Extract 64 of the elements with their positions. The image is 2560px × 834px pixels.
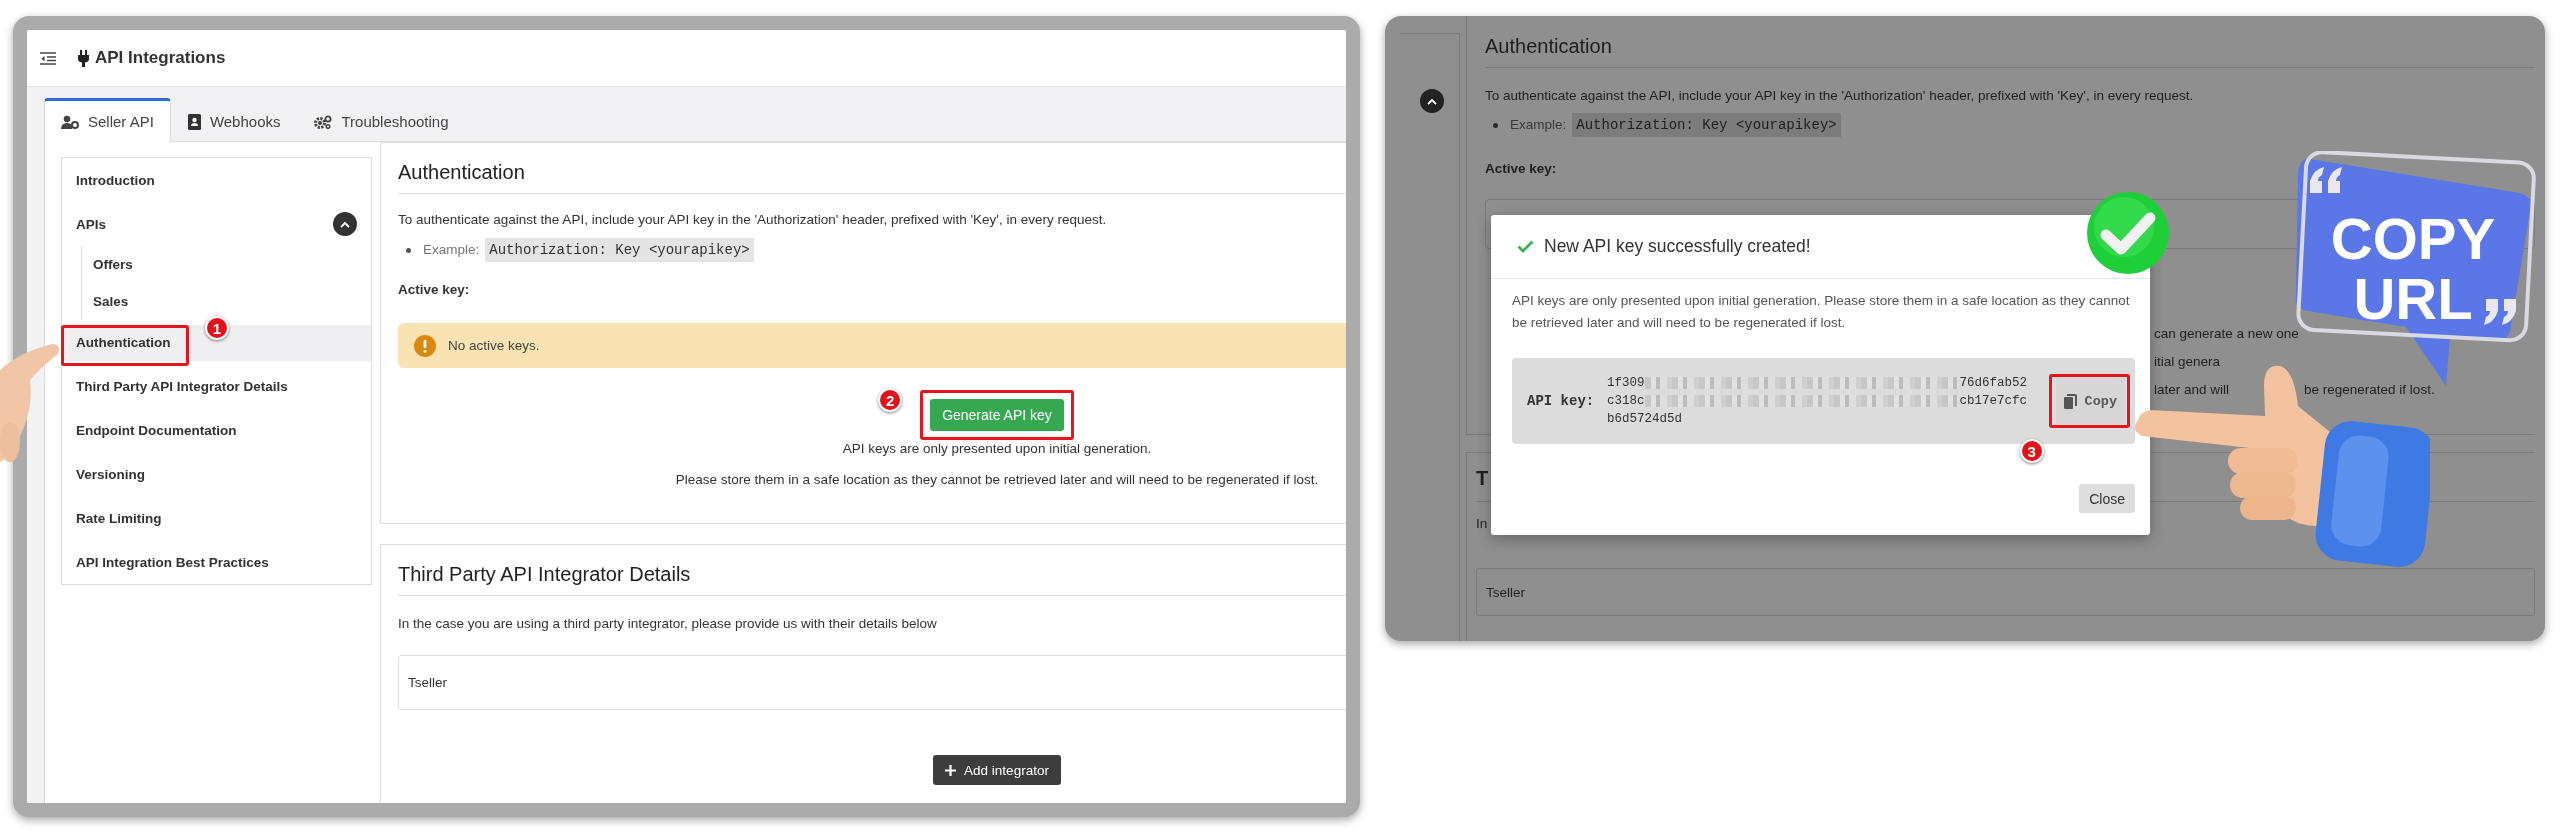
gears-icon (314, 114, 333, 129)
example-label: Example: (1510, 116, 1567, 134)
user-gear-icon (61, 114, 79, 129)
api-key-text: 76d6fab52 (1959, 375, 2028, 392)
step-number-badge: 1 (205, 316, 229, 340)
example-label: Example: (423, 241, 480, 259)
close-button[interactable]: Close (2079, 484, 2135, 513)
description-text: To authenticate against the API, include your API key in the 'Authorization' header, prefixed with 'Key', in every request. (1485, 87, 2195, 105)
tab[interactable]: Troubleshooting (297, 98, 466, 142)
nav-item[interactable]: APIs (62, 202, 371, 246)
tab[interactable]: Seller API (44, 98, 171, 142)
chevron-up-icon (1427, 97, 1437, 105)
page-title: API Integrations (95, 48, 226, 68)
code-snippet: Authorization: Key <yourapikey> (1572, 113, 1841, 137)
plus-icon (945, 764, 957, 776)
section-title: Authentication (1485, 16, 2535, 68)
api-key-text: b6d5724d5d (1607, 411, 1682, 428)
warning-icon (414, 334, 436, 357)
integrator-entry[interactable]: Tseller (398, 655, 1346, 710)
description-text: To authenticate against the API, include your API key in the 'Authorization' header, prefixed with 'Key', in every request. (398, 211, 1108, 229)
partial-text: can generate a new one (2154, 325, 2299, 341)
check-circle-icon (2086, 191, 2170, 275)
nav-item[interactable]: Versioning (62, 452, 371, 496)
active-key-label: Active key: (398, 281, 471, 299)
description-text: In the case you are using a third party integrator, please provide us with their details below (398, 615, 938, 633)
nav-item[interactable]: API Integration Best Practices (62, 540, 371, 584)
nav-item[interactable]: Endpoint Documentation (62, 408, 371, 452)
chevron-up-icon (340, 220, 350, 228)
api-key-text: cb17e7cfc (1959, 393, 2028, 410)
note-text: Please store them in a safe location as they cannot be retrieved later and will need to be regenerated if lost. (674, 471, 1320, 489)
bullet-icon (406, 247, 411, 253)
step-number-badge: 2 (878, 388, 903, 412)
dialog-title: New API key successfully created! (1544, 236, 1811, 257)
nav-subitem[interactable]: Offers (82, 246, 371, 283)
partial-text: itial genera (2154, 353, 2221, 369)
partial-text: later and will (2154, 381, 2230, 397)
api-key-text: c318c (1607, 393, 1645, 410)
api-key-label: API key: (1527, 393, 1596, 409)
sticker-text: COPY (2329, 209, 2497, 269)
partial-text: be regenerated if lost. (2304, 381, 2435, 397)
nav-item[interactable]: Authentication 1 (62, 320, 371, 364)
contact-book-icon (187, 113, 201, 130)
sticker-text: URL (2352, 269, 2474, 329)
check-icon (1517, 240, 1534, 253)
active-key-label: Active key: (1485, 160, 1558, 178)
alert-text: No active keys. (448, 338, 540, 353)
api-key-text: 1f309 (1607, 375, 1645, 392)
chevron-toggle[interactable] (1420, 89, 1444, 113)
nav-item[interactable]: Introduction (62, 158, 371, 202)
description-text: In (1476, 515, 1489, 533)
bullet-icon (1493, 122, 1498, 128)
plug-icon (78, 49, 89, 67)
nav-item[interactable]: Rate Limiting (62, 496, 371, 540)
integrator-entry[interactable]: Tseller (1476, 568, 2535, 616)
nav-item[interactable]: Third Party API Integrator Details (62, 364, 371, 408)
chevron-toggle[interactable] (333, 212, 357, 236)
add-integrator-button[interactable]: Add integrator (933, 755, 1061, 785)
menu-icon[interactable] (40, 51, 56, 65)
copy-button[interactable]: Copy (2055, 378, 2125, 424)
code-snippet: Authorization: Key <yourapikey> (485, 238, 754, 262)
dialog-message: API keys are only presented upon initial generation. Please store them in a safe location as they cannot be retrieved later and will need to be regenerated if lost. (1512, 292, 2131, 332)
step-number-badge: 3 (2019, 439, 2044, 463)
note-text: API keys are only presented upon initial generation. (841, 440, 1153, 458)
copy-icon (2063, 393, 2077, 409)
